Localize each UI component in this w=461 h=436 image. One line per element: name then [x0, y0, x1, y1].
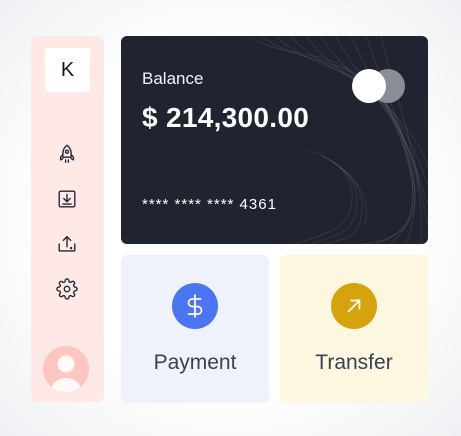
download-icon [58, 190, 76, 208]
transfer-button[interactable]: Transfer [280, 255, 428, 403]
logo-letter: K [60, 58, 75, 81]
user-avatar-icon [50, 355, 82, 392]
balance-card[interactable]: Balance $ 214,300.00 **** **** **** 4361 [121, 36, 428, 244]
rocket-icon [59, 144, 75, 163]
balance-amount: $ 214,300.00 [142, 102, 310, 133]
sidebar: K [31, 36, 104, 402]
arrow-up-right-icon [347, 299, 361, 313]
dollar-icon [187, 294, 203, 318]
payment-icon-circle [172, 283, 218, 329]
upload-icon [58, 235, 76, 252]
gear-icon [56, 278, 78, 300]
card-number: **** **** **** 4361 [142, 196, 277, 213]
balance-label: Balance [142, 69, 204, 88]
nav-rocket-button[interactable] [55, 142, 79, 166]
transfer-label: Transfer [315, 351, 393, 374]
payment-label: Payment [153, 351, 237, 374]
nav-upload-button[interactable] [55, 232, 79, 256]
transfer-icon-circle [331, 283, 377, 329]
payment-button[interactable]: Payment [121, 255, 269, 403]
logo[interactable]: K [45, 48, 90, 92]
card-brand-icon [352, 69, 405, 103]
avatar[interactable] [43, 346, 89, 392]
nav-download-button[interactable] [55, 187, 79, 211]
nav-settings-button[interactable] [55, 277, 79, 301]
